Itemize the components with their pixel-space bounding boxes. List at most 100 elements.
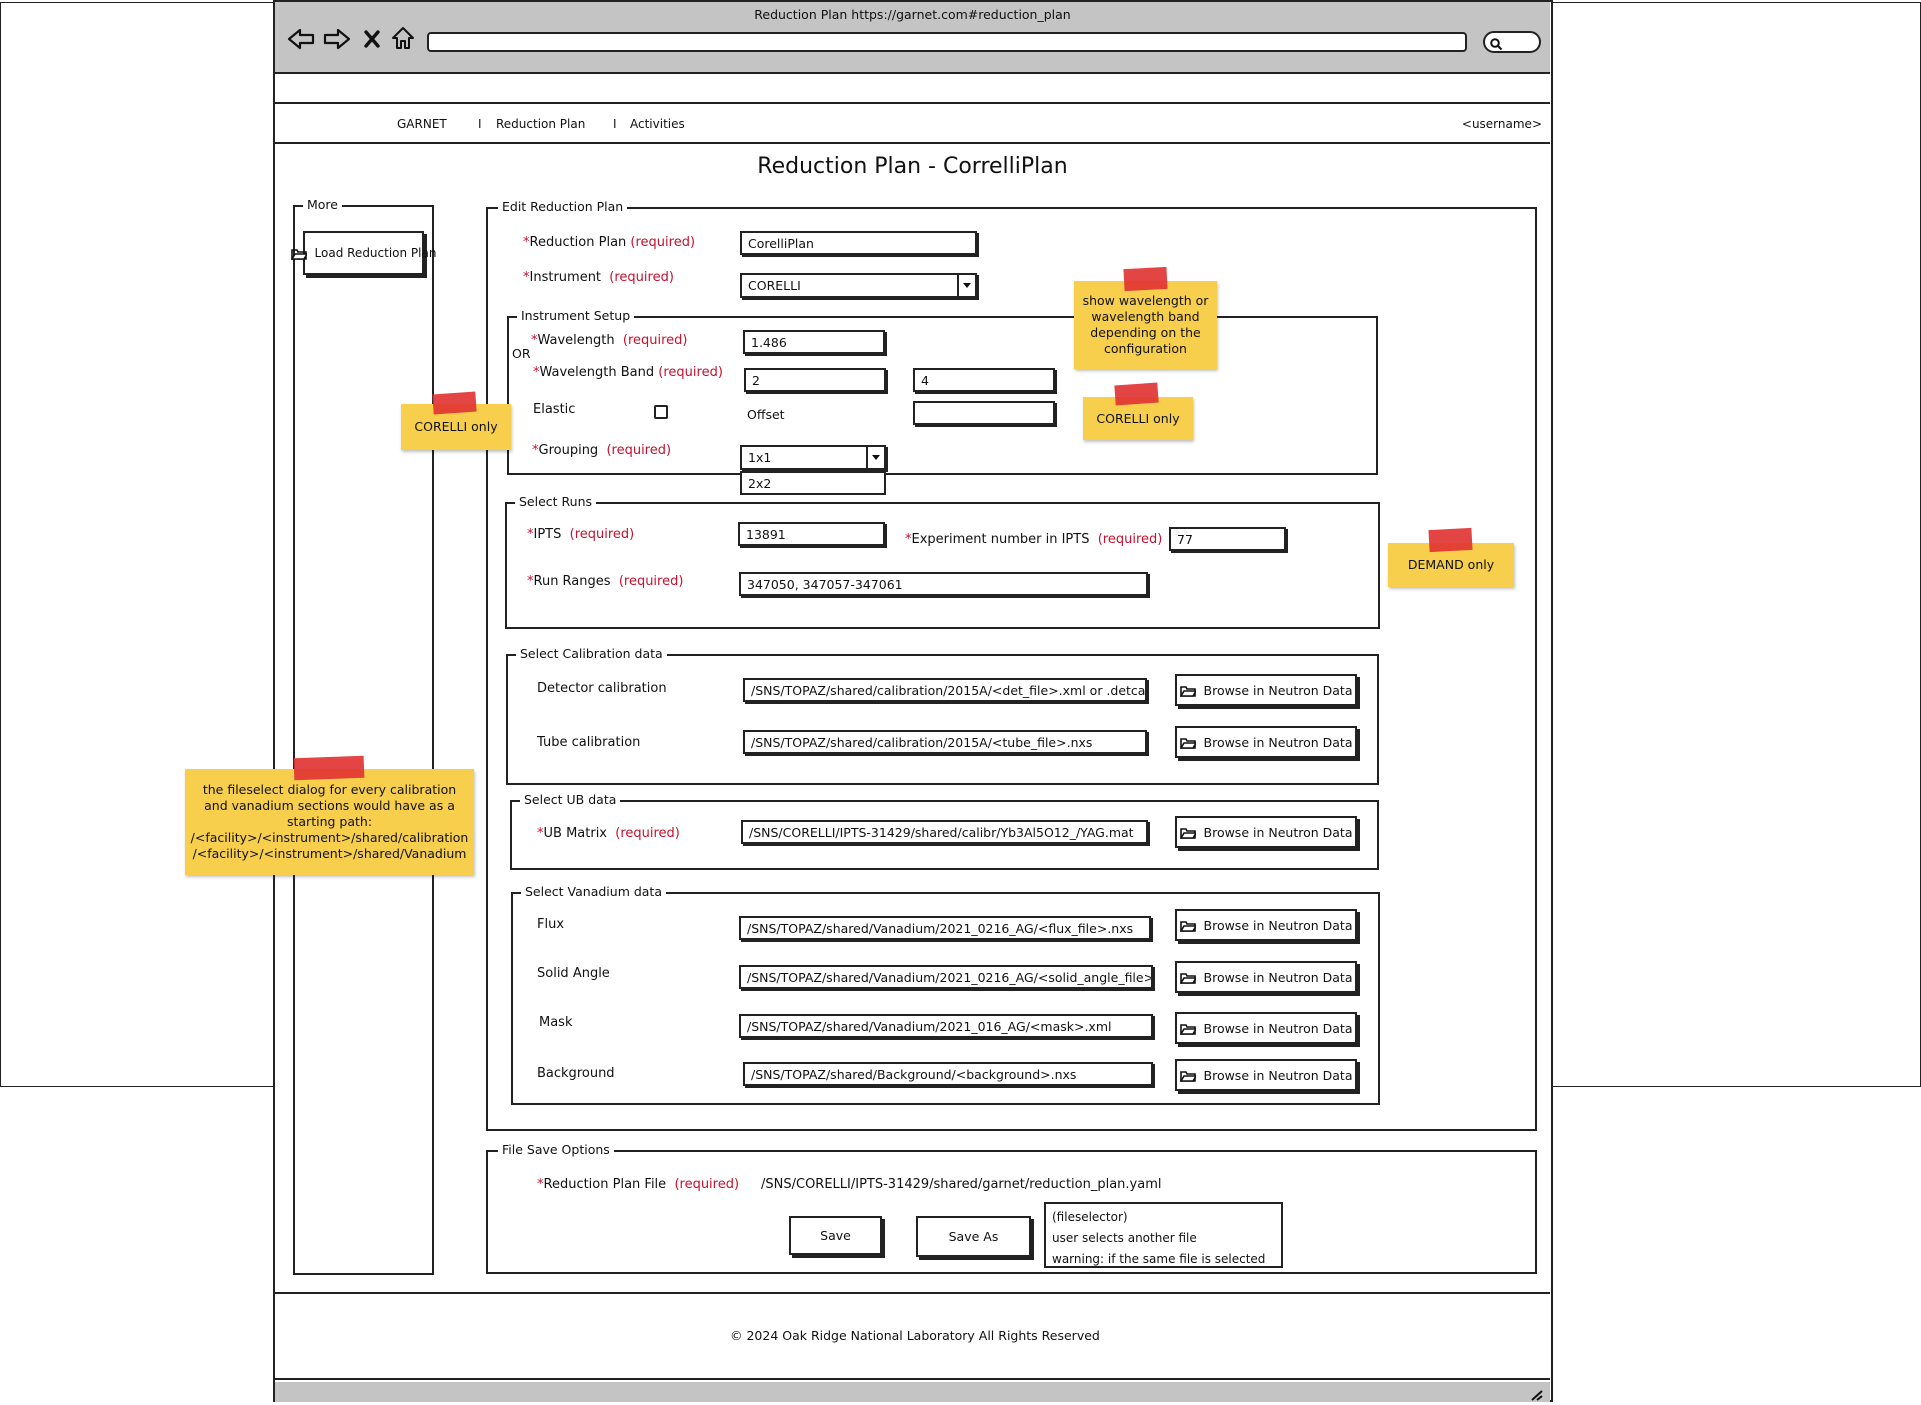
folder-icon	[1179, 1023, 1197, 1035]
sticky-note-wavelength: show wavelength or wavelength band depen…	[1074, 281, 1217, 369]
nav-item-garnet[interactable]: GARNET	[397, 117, 447, 131]
page-title: Reduction Plan - CorrelliPlan	[757, 154, 1068, 179]
run-ranges-input[interactable]: 347050, 347057-347061	[739, 572, 1148, 596]
flux-input[interactable]: /SNS/TOPAZ/shared/Vanadium/2021_0216_AG/…	[739, 916, 1151, 940]
grouping-label: *Grouping (required)	[532, 443, 672, 458]
offset-input[interactable]	[913, 401, 1055, 425]
folder-icon	[1179, 685, 1197, 697]
background-label: Background	[537, 1066, 615, 1081]
ipts-input[interactable]: 13891	[738, 522, 885, 546]
reduction-plan-input[interactable]: CorelliPlan	[740, 231, 977, 255]
address-bar[interactable]	[427, 32, 1467, 52]
tube-calibration-label: Tube calibration	[537, 735, 641, 750]
back-icon[interactable]	[287, 28, 315, 50]
save-note-line: (fileselector)	[1052, 1210, 1128, 1224]
elastic-label: Elastic	[533, 402, 576, 417]
mask-input[interactable]: /SNS/TOPAZ/shared/Vanadium/2021_016_AG/<…	[739, 1014, 1153, 1038]
calibration-legend: Select Calibration data	[516, 646, 667, 661]
nav-bar: GARNET I Reduction Plan I Activities <us…	[275, 102, 1550, 144]
status-bar	[275, 1382, 1550, 1402]
sticky-tape	[293, 755, 365, 781]
experiment-number-label: *Experiment number in IPTS (required)	[905, 532, 1163, 547]
reduction-plan-file-value: /SNS/CORELLI/IPTS-31429/shared/garnet/re…	[761, 1177, 1162, 1192]
sticky-tape	[1123, 266, 1168, 292]
save-as-button[interactable]: Save As	[916, 1216, 1031, 1257]
search-box[interactable]	[1483, 31, 1541, 53]
browse-background-button[interactable]: Browse in Neutron Data	[1175, 1059, 1357, 1091]
browse-label: Browse in Neutron Data	[1203, 1020, 1353, 1036]
vanadium-legend: Select Vanadium data	[521, 884, 666, 899]
folder-icon	[290, 248, 308, 260]
mask-label: Mask	[539, 1015, 573, 1030]
browser-window: Reduction Plan https://garnet.com#reduct…	[273, 0, 1553, 1402]
select-runs-section: Select Runs	[505, 494, 1380, 629]
ipts-label: *IPTS (required)	[527, 527, 635, 542]
experiment-number-input[interactable]: 77	[1169, 527, 1286, 551]
sidebar-more: More	[293, 197, 434, 1275]
browse-label: Browse in Neutron Data	[1203, 917, 1353, 933]
detector-calibration-label: Detector calibration	[537, 681, 667, 696]
folder-icon	[1179, 737, 1197, 749]
resize-grip-icon[interactable]	[1530, 1386, 1544, 1401]
sticky-tape	[1428, 527, 1473, 553]
instrument-setup-legend: Instrument Setup	[517, 308, 635, 323]
solid-angle-input[interactable]: /SNS/TOPAZ/shared/Vanadium/2021_0216_AG/…	[739, 965, 1153, 989]
ub-legend: Select UB data	[520, 792, 621, 807]
folder-icon	[1179, 920, 1197, 932]
browse-label: Browse in Neutron Data	[1203, 1067, 1353, 1083]
chevron-down-icon	[866, 447, 884, 468]
ub-matrix-input[interactable]: /SNS/CORELLI/IPTS-31429/shared/calibr/Yb…	[741, 820, 1148, 844]
browse-solid-angle-button[interactable]: Browse in Neutron Data	[1175, 961, 1357, 993]
grouping-select-value: 1x1	[748, 450, 772, 465]
grouping-select[interactable]: 1x1	[740, 445, 886, 470]
run-ranges-label: *Run Ranges (required)	[527, 574, 684, 589]
browse-label: Browse in Neutron Data	[1203, 824, 1353, 840]
background-panel-right	[1551, 2, 1921, 1087]
wavelength-input[interactable]: 1.486	[743, 330, 885, 354]
reduction-plan-label: *Reduction Plan (required)	[523, 235, 696, 250]
nav-item-reduction-plan[interactable]: Reduction Plan	[496, 117, 585, 131]
browse-flux-button[interactable]: Browse in Neutron Data	[1175, 909, 1357, 941]
save-note-line: warning: if the same file is selected	[1052, 1252, 1266, 1266]
nav-separator: I	[478, 117, 482, 131]
solid-angle-label: Solid Angle	[537, 966, 610, 981]
chevron-down-icon	[957, 275, 975, 296]
wavelength-label: *Wavelength (required)	[531, 333, 688, 348]
sticky-tape	[1114, 382, 1159, 406]
background-input[interactable]: /SNS/TOPAZ/shared/Background/<background…	[743, 1062, 1153, 1086]
select-runs-legend: Select Runs	[515, 494, 597, 509]
sticky-note-fileselect: the fileselect dialog for every calibrat…	[185, 769, 474, 875]
grouping-option-2x2[interactable]: 2x2	[740, 471, 886, 495]
nav-item-activities[interactable]: Activities	[630, 117, 685, 131]
load-reduction-plan-button[interactable]: Load Reduction Plan	[290, 231, 436, 275]
wavelength-band-min-input[interactable]: 2	[744, 368, 886, 392]
username-link[interactable]: <username>	[1462, 117, 1542, 131]
home-icon[interactable]	[391, 26, 415, 50]
browser-title: Reduction Plan https://garnet.com#reduct…	[754, 7, 1071, 22]
browse-mask-button[interactable]: Browse in Neutron Data	[1175, 1012, 1357, 1044]
reduction-plan-file-label: *Reduction Plan File (required)	[537, 1177, 740, 1192]
browse-ub-button[interactable]: Browse in Neutron Data	[1175, 816, 1357, 848]
browse-label: Browse in Neutron Data	[1203, 682, 1353, 698]
instrument-select[interactable]: CORELLI	[740, 273, 977, 298]
browse-tube-button[interactable]: Browse in Neutron Data	[1175, 726, 1357, 758]
instrument-select-value: CORELLI	[748, 278, 801, 293]
offset-label: Offset	[747, 407, 785, 422]
browse-label: Browse in Neutron Data	[1203, 734, 1353, 750]
elastic-checkbox[interactable]	[654, 405, 668, 419]
folder-icon	[1179, 972, 1197, 984]
folder-icon	[1179, 827, 1197, 839]
browser-chrome: Reduction Plan https://garnet.com#reduct…	[275, 2, 1550, 74]
save-note-line: user selects another file	[1052, 1231, 1197, 1245]
edit-legend: Edit Reduction Plan	[498, 199, 628, 214]
folder-icon	[1179, 1070, 1197, 1082]
sticky-tape	[432, 391, 477, 415]
stop-icon[interactable]	[363, 29, 381, 49]
forward-icon[interactable]	[323, 28, 351, 50]
browse-detector-button[interactable]: Browse in Neutron Data	[1175, 674, 1357, 706]
background-panel-left	[0, 2, 276, 1087]
wavelength-band-max-input[interactable]: 4	[913, 368, 1055, 392]
tube-calibration-input[interactable]: /SNS/TOPAZ/shared/calibration/2015A/<tub…	[743, 730, 1147, 754]
detector-calibration-input[interactable]: /SNS/TOPAZ/shared/calibration/2015A/<det…	[743, 678, 1147, 702]
save-button[interactable]: Save	[789, 1216, 882, 1255]
